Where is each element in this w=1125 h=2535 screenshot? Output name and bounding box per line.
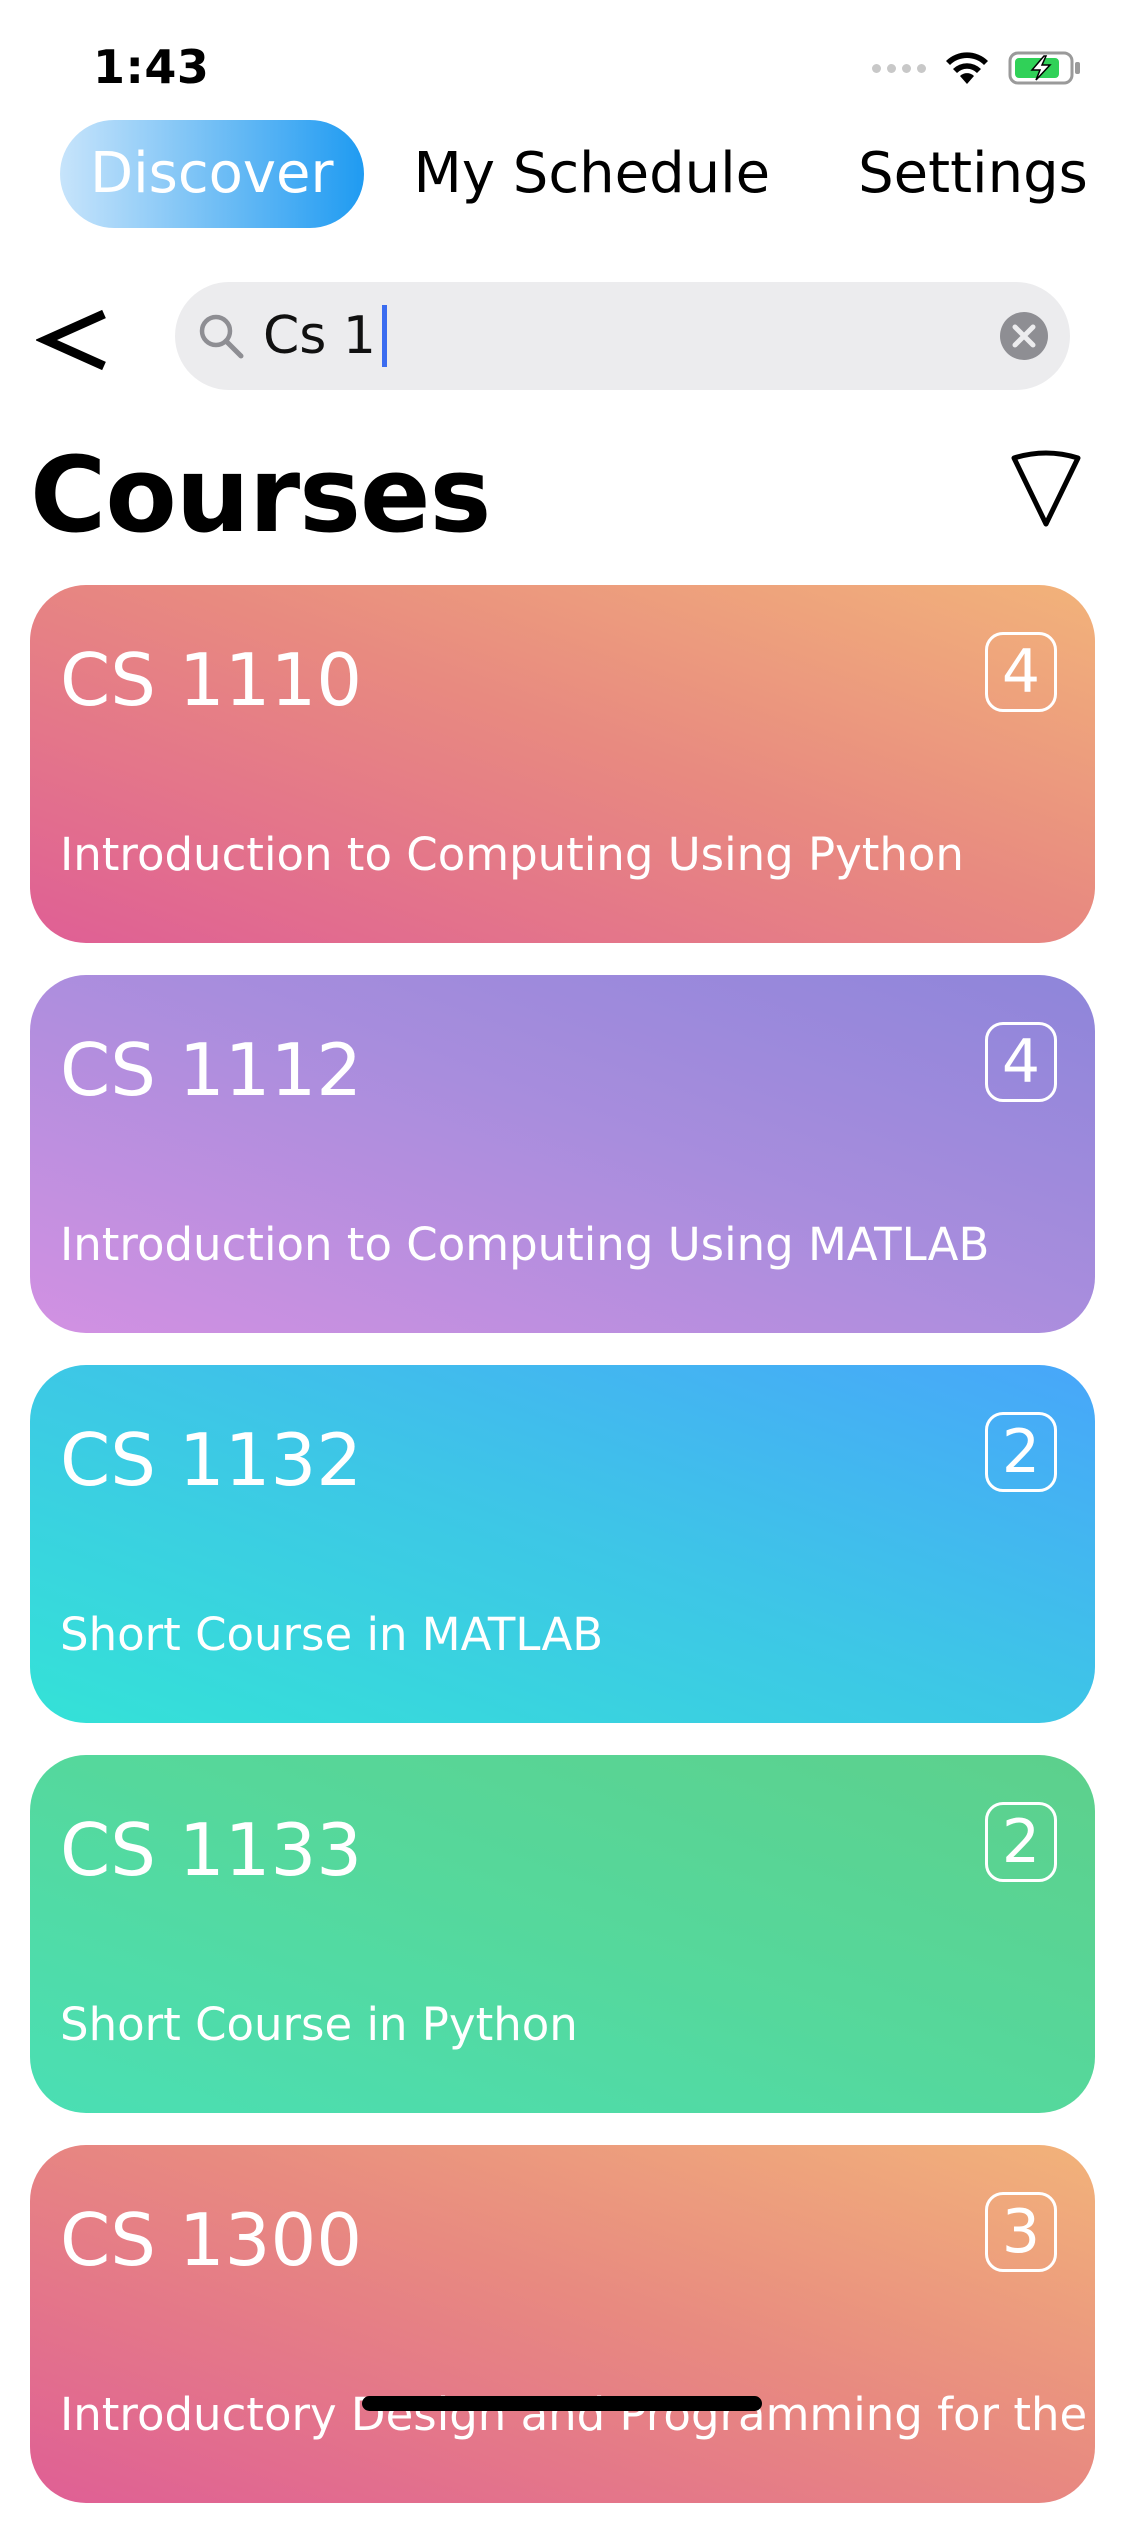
magnifier-icon bbox=[199, 314, 244, 359]
course-code: CS 1112 bbox=[60, 1028, 363, 1112]
course-code: CS 1133 bbox=[60, 1808, 363, 1892]
battery-charging-icon bbox=[1008, 51, 1080, 85]
course-title: Introductory Design and Programming for … bbox=[60, 2388, 1095, 2441]
status-icons bbox=[872, 48, 1082, 88]
credits-badge: 2 bbox=[985, 1802, 1057, 1882]
text-caret bbox=[382, 305, 388, 367]
clear-icon[interactable] bbox=[998, 310, 1050, 362]
signal-dots-icon bbox=[872, 63, 926, 73]
course-code: CS 1132 bbox=[60, 1418, 363, 1502]
course-title: Introduction to Computing Using Python bbox=[60, 828, 964, 881]
search-bar[interactable]: Cs 1 bbox=[175, 282, 1070, 390]
course-card[interactable]: CS 1112 4 Introduction to Computing Usin… bbox=[30, 975, 1095, 1333]
course-title: Short Course in Python bbox=[60, 1998, 578, 2051]
credits-badge: 4 bbox=[985, 632, 1057, 712]
back-button[interactable] bbox=[34, 296, 116, 386]
course-code: CS 1110 bbox=[60, 638, 363, 722]
status-time: 1:43 bbox=[93, 40, 210, 94]
page-title: Courses bbox=[30, 434, 491, 556]
course-code: CS 1300 bbox=[60, 2198, 363, 2282]
top-tab-bar: Discover My Schedule Settings bbox=[60, 120, 1118, 228]
credits-badge: 4 bbox=[985, 1022, 1057, 1102]
course-card[interactable]: CS 1133 2 Short Course in Python bbox=[30, 1755, 1095, 2113]
credits-badge: 2 bbox=[985, 1412, 1057, 1492]
search-input[interactable]: Cs 1 bbox=[263, 300, 388, 372]
course-title: Short Course in MATLAB bbox=[60, 1608, 604, 1661]
course-card[interactable]: CS 1132 2 Short Course in MATLAB bbox=[30, 1365, 1095, 1723]
tab-discover[interactable]: Discover bbox=[60, 120, 364, 228]
course-card[interactable]: CS 1300 3 Introductory Design and Progra… bbox=[30, 2145, 1095, 2503]
back-chevron-icon bbox=[34, 309, 106, 371]
status-bar: 1:43 bbox=[0, 0, 1125, 130]
credits-badge: 3 bbox=[985, 2192, 1057, 2272]
filter-button[interactable] bbox=[1010, 450, 1082, 534]
filter-triangle-icon bbox=[1011, 450, 1081, 527]
tab-my-schedule[interactable]: My Schedule bbox=[384, 120, 801, 228]
tab-settings[interactable]: Settings bbox=[828, 120, 1118, 228]
course-title: Introduction to Computing Using MATLAB bbox=[60, 1218, 990, 1271]
home-indicator[interactable] bbox=[362, 2396, 762, 2411]
course-list: CS 1110 4 Introduction to Computing Usin… bbox=[30, 585, 1095, 2535]
course-card[interactable]: CS 1110 4 Introduction to Computing Usin… bbox=[30, 585, 1095, 943]
wifi-icon bbox=[946, 52, 988, 84]
search-input-value: Cs 1 bbox=[263, 306, 377, 366]
